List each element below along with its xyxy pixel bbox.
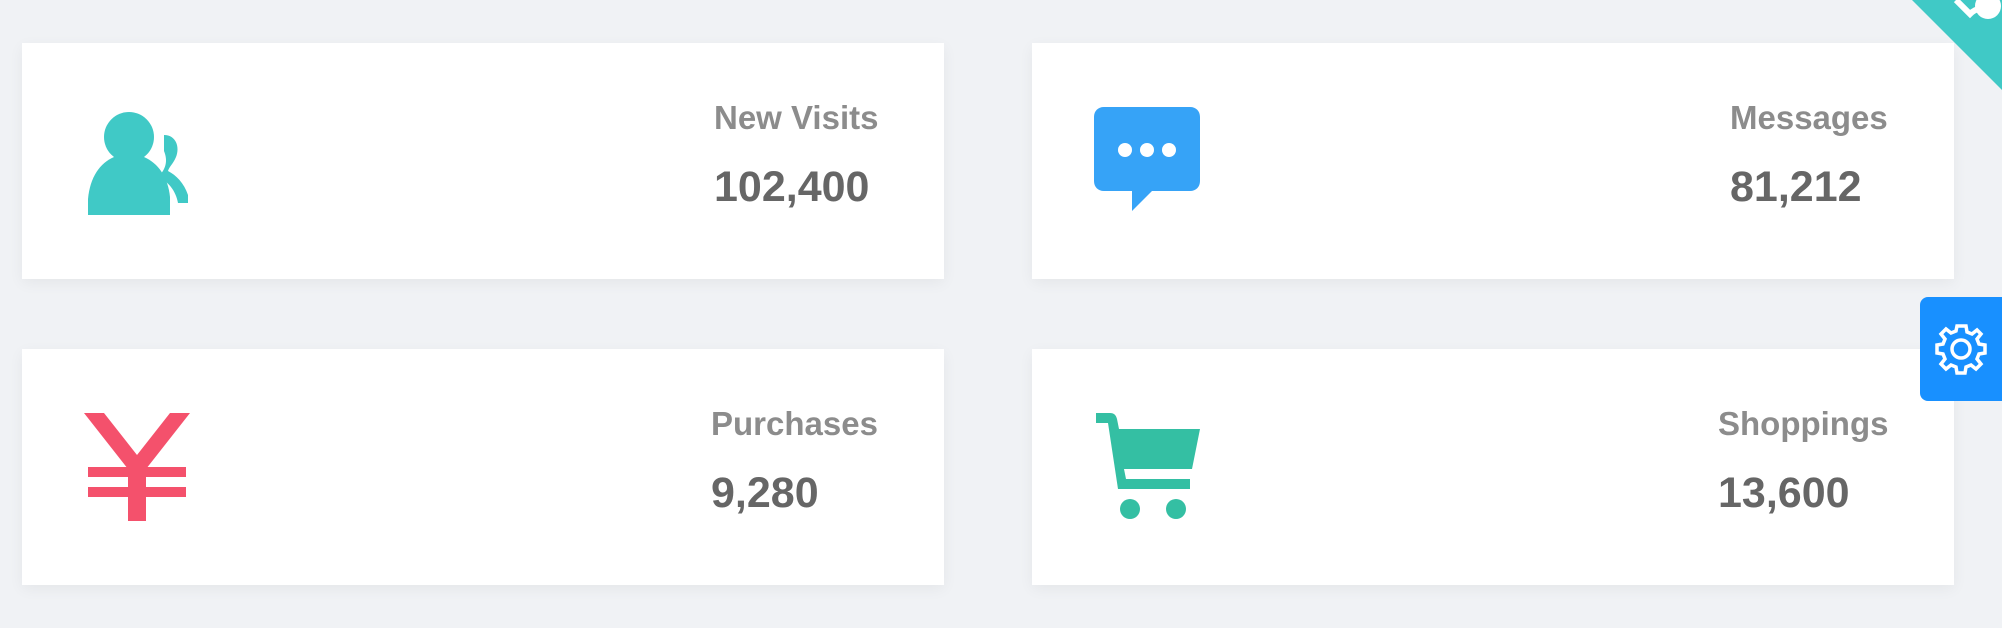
panel-shoppings[interactable]: Shoppings 13,600 (1032, 349, 1954, 585)
panel-label: Purchases (711, 405, 878, 442)
people-icon (82, 105, 192, 215)
money-icon (82, 411, 192, 521)
message-icon (1092, 105, 1202, 215)
panel-messages[interactable]: Messages 81,212 (1032, 43, 1954, 279)
panel-label: Messages (1730, 99, 1888, 136)
shopping-cart-icon (1092, 411, 1202, 521)
panel-new-visits[interactable]: New Visits 102,400 (22, 43, 944, 279)
panel-value: 13,600 (1718, 469, 1850, 517)
github-corner-icon[interactable] (1912, 0, 2002, 90)
panel-purchases[interactable]: Purchases 9,280 (22, 349, 944, 585)
settings-button[interactable] (1920, 297, 2002, 401)
panel-value: 9,280 (711, 469, 819, 517)
panel-value: 81,212 (1730, 163, 1862, 211)
gear-icon (1934, 322, 1988, 376)
panel-label: Shoppings (1718, 405, 1889, 442)
panel-value: 102,400 (714, 163, 870, 211)
panel-label: New Visits (714, 99, 879, 136)
